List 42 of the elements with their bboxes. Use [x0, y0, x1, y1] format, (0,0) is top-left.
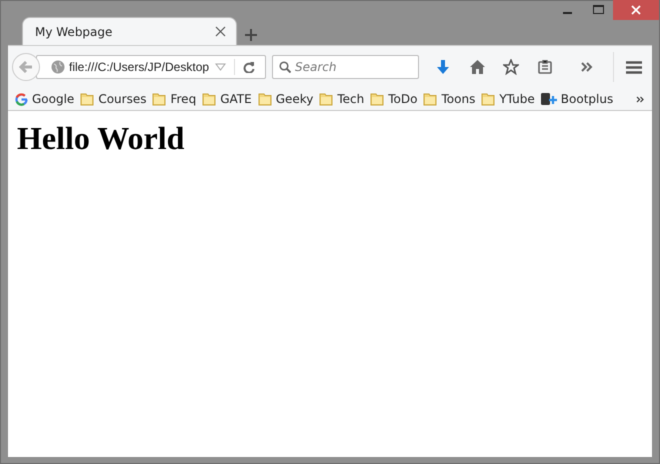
- folder-icon: [80, 92, 94, 106]
- folder-icon: [202, 92, 216, 106]
- folder-icon: [370, 92, 384, 106]
- folder-icon: [481, 92, 496, 106]
- menu-icon[interactable]: [626, 60, 642, 74]
- new-tab-icon[interactable]: [245, 29, 257, 41]
- chevron-icon[interactable]: [636, 96, 644, 102]
- close-icon[interactable]: [215, 26, 226, 37]
- star-icon[interactable]: [503, 59, 519, 75]
- plus-logo-icon: [540, 92, 557, 106]
- folder-icon: [423, 92, 438, 106]
- arrow-left-icon: [19, 61, 33, 73]
- close-button[interactable]: [613, 0, 659, 20]
- folder-icon: [319, 92, 334, 106]
- google-icon: [15, 92, 28, 106]
- clipboard-icon[interactable]: [538, 60, 552, 74]
- search-bar[interactable]: Search: [272, 55, 419, 79]
- search-icon: [279, 61, 291, 73]
- globe-icon: [51, 60, 65, 74]
- bookmark-item[interactable]: Toons: [420, 89, 478, 109]
- bookmark-item[interactable]: GATE: [199, 89, 255, 109]
- address-field[interactable]: file:///C:/Users/JP/Desktop: [65, 58, 215, 76]
- page-heading: Hello World: [17, 119, 186, 158]
- bookmark-item[interactable]: YTube: [478, 89, 538, 109]
- folder-icon: [152, 92, 166, 106]
- browser-tab[interactable]: My Webpage: [22, 17, 237, 45]
- home-icon[interactable]: [470, 60, 484, 74]
- bookmark-item[interactable]: ToDo: [367, 89, 420, 109]
- bookmark-item[interactable]: Geeky: [254, 89, 316, 109]
- close-icon: [631, 5, 641, 15]
- chevron-icon[interactable]: [581, 62, 593, 72]
- bookmark-item[interactable]: Google: [12, 89, 78, 109]
- bookmark-item[interactable]: Freq: [149, 89, 200, 109]
- address-bar[interactable]: file:///C:/Users/JP/Desktop: [36, 55, 266, 79]
- download-icon[interactable]: [436, 60, 450, 74]
- folder-icon: [258, 92, 272, 106]
- bookmark-item[interactable]: Tech: [316, 89, 368, 109]
- maximize-icon[interactable]: [592, 5, 604, 15]
- bookmark-item[interactable]: Bootplus: [538, 89, 616, 109]
- bookmark-item[interactable]: Courses: [77, 89, 150, 109]
- reload-icon[interactable]: [243, 61, 255, 73]
- tab-title: My Webpage: [35, 24, 114, 40]
